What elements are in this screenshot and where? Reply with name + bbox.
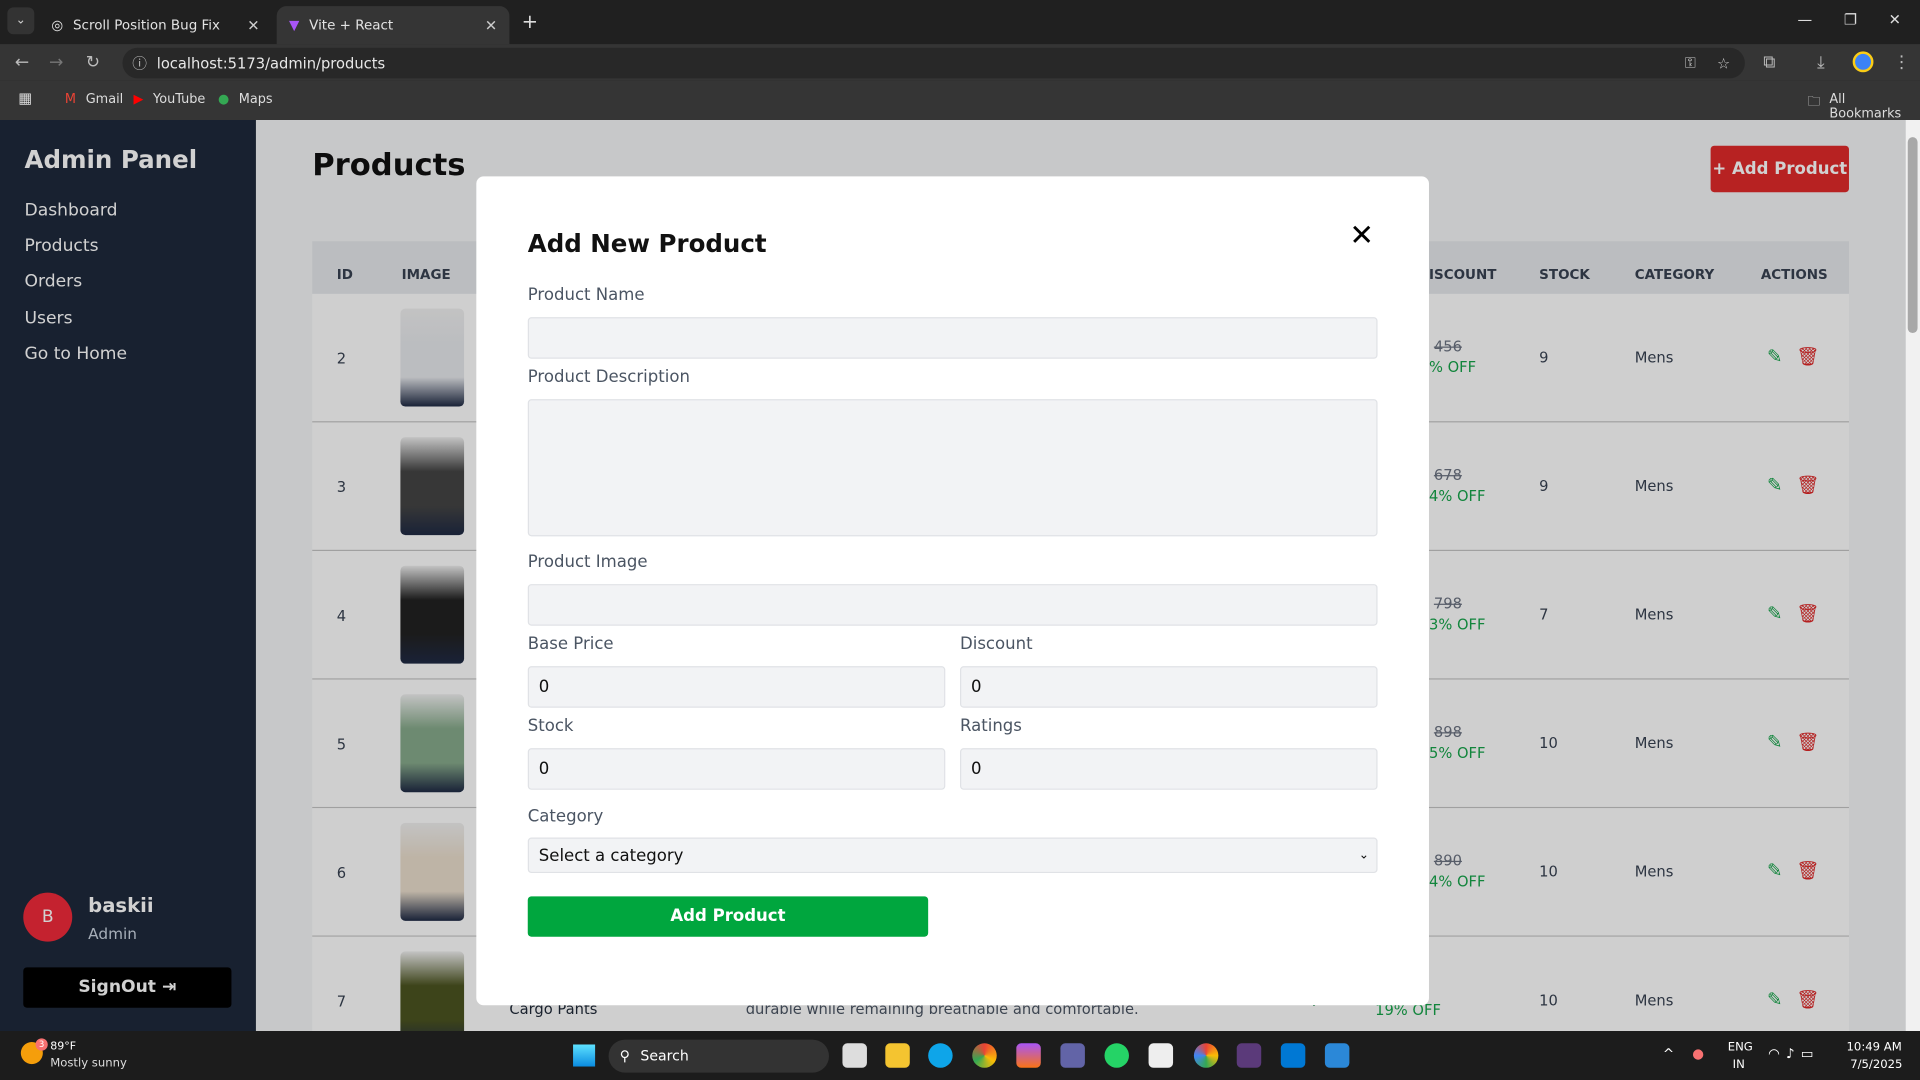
label-product-name: Product Name: [527, 285, 645, 305]
tab-strip: ⌄ ◎ Scroll Position Bug Fix ✕ ▼ Vite + Reac…: [0, 0, 1920, 45]
photos-icon[interactable]: [1324, 1043, 1350, 1068]
url-text: localhost:5173/admin/products: [156, 54, 386, 72]
stock-input[interactable]: 0: [527, 748, 946, 790]
category-value: Select a category: [538, 845, 684, 866]
gmail-icon: M: [64, 91, 76, 107]
bookmark-youtube[interactable]: YouTube: [153, 92, 205, 107]
tab-scroll-fix[interactable]: ◎ Scroll Position Bug Fix ✕: [39, 6, 272, 44]
taskbar: 3 89°F Mostly sunny ⚲ Search ^ ● ENG IN ◠…: [0, 1031, 1920, 1080]
profile-avatar[interactable]: [1852, 51, 1874, 73]
weather-temp: 89°F: [50, 1040, 77, 1054]
close-icon[interactable]: ✕: [1349, 218, 1374, 252]
label-base-price: Base Price: [527, 634, 614, 654]
product-image-input[interactable]: [527, 584, 1378, 626]
file-explorer-icon[interactable]: [885, 1043, 910, 1068]
submit-add-product-button[interactable]: Add Product: [527, 896, 929, 937]
window-controls[interactable]: — ❐ ✕: [1798, 11, 1901, 28]
tab-search-button[interactable]: ⌄: [7, 7, 35, 35]
weather-badge: 3: [35, 1038, 48, 1051]
tab-vite-react[interactable]: ▼ Vite + React ✕: [276, 6, 510, 45]
ide-icon[interactable]: [1236, 1043, 1262, 1068]
store-icon[interactable]: [1148, 1043, 1174, 1068]
back-icon[interactable]: ←: [15, 53, 29, 73]
apps-icon[interactable]: ▦: [18, 89, 32, 106]
task-view-icon[interactable]: [842, 1043, 867, 1068]
label-category: Category: [527, 806, 604, 827]
star-icon[interactable]: ☆: [1717, 54, 1730, 71]
chrome-icon[interactable]: [972, 1043, 997, 1068]
tray-chevron-icon[interactable]: ^: [1663, 1046, 1674, 1062]
vscode-icon[interactable]: [1280, 1043, 1306, 1068]
new-tab-button[interactable]: +: [522, 10, 538, 33]
download-icon[interactable]: ⤓: [1817, 53, 1825, 73]
product-name-input[interactable]: [527, 317, 1378, 359]
weather-desc: Mostly sunny: [50, 1056, 127, 1071]
site-info-icon[interactable]: ⓘ: [132, 53, 147, 74]
copilot-icon[interactable]: [1016, 1043, 1041, 1068]
youtube-icon: ▶: [133, 91, 144, 107]
modal-title: Add New Product: [527, 228, 767, 259]
search-label: Search: [640, 1046, 689, 1065]
maps-icon: ●: [217, 91, 230, 107]
language[interactable]: ENG: [1728, 1041, 1753, 1054]
folder-icon: 🗀: [1807, 94, 1821, 109]
bookmark-gmail[interactable]: Gmail: [86, 92, 124, 107]
edge-icon[interactable]: [928, 1043, 953, 1068]
close-tab-icon[interactable]: ✕: [247, 17, 259, 34]
bookmark-maps[interactable]: Maps: [239, 92, 273, 107]
clock-date[interactable]: 7/5/2025: [1850, 1058, 1902, 1071]
label-discount: Discount: [960, 634, 1033, 654]
scrollbar[interactable]: [1905, 120, 1920, 1032]
discount-input[interactable]: 0: [960, 666, 1378, 708]
chrome-active-icon[interactable]: [1193, 1043, 1219, 1068]
forward-icon[interactable]: →: [49, 53, 63, 73]
bookmarks-bar: ▦ M Gmail ▶ YouTube ● Maps 🗀 All Bookmarks: [0, 80, 1920, 121]
label-product-image: Product Image: [527, 552, 648, 572]
tab-title: Scroll Position Bug Fix: [72, 17, 221, 34]
clock-time[interactable]: 10:49 AM: [1847, 1041, 1902, 1054]
extensions-icon[interactable]: ⧉: [1763, 53, 1775, 73]
teams-icon[interactable]: [1060, 1043, 1085, 1068]
taskbar-search[interactable]: ⚲ Search: [608, 1039, 829, 1073]
whatsapp-icon[interactable]: [1104, 1043, 1129, 1068]
category-select[interactable]: Select a category ⌄: [527, 837, 1378, 874]
windows-start-icon[interactable]: [573, 1044, 596, 1067]
network-error-icon[interactable]: ●: [1692, 1046, 1704, 1062]
label-ratings: Ratings: [960, 716, 1022, 736]
all-bookmarks[interactable]: All Bookmarks: [1829, 92, 1920, 121]
label-stock: Stock: [527, 716, 574, 736]
url-input[interactable]: ⓘ localhost:5173/admin/products ⚿ ☆: [122, 47, 1745, 79]
search-icon: ⚲: [619, 1046, 630, 1065]
reload-icon[interactable]: ↻: [86, 53, 100, 73]
add-product-modal: Add New Product ✕ Product Name Product D…: [476, 176, 1429, 1006]
wifi-volume-battery-icons[interactable]: ◠♪▭: [1768, 1046, 1819, 1062]
tab-title: Vite + React: [309, 17, 394, 34]
address-bar-row: ← → ↻ ⓘ localhost:5173/admin/products ⚿ ☆ ⧉…: [0, 44, 1920, 81]
label-product-description: Product Description: [527, 367, 690, 387]
password-key-icon[interactable]: ⚿: [1685, 54, 1696, 72]
ratings-input[interactable]: 0: [960, 748, 1378, 790]
product-description-textarea[interactable]: [527, 399, 1378, 537]
chevron-down-icon: ⌄: [1358, 848, 1369, 863]
openai-icon: ◎: [51, 17, 64, 34]
scrollbar-thumb[interactable]: [1907, 137, 1918, 334]
vite-icon: ▼: [288, 17, 300, 34]
region[interactable]: IN: [1733, 1058, 1745, 1071]
close-tab-icon[interactable]: ✕: [485, 17, 497, 34]
menu-icon[interactable]: ⋮: [1893, 53, 1910, 73]
base-price-input[interactable]: 0: [527, 666, 946, 708]
